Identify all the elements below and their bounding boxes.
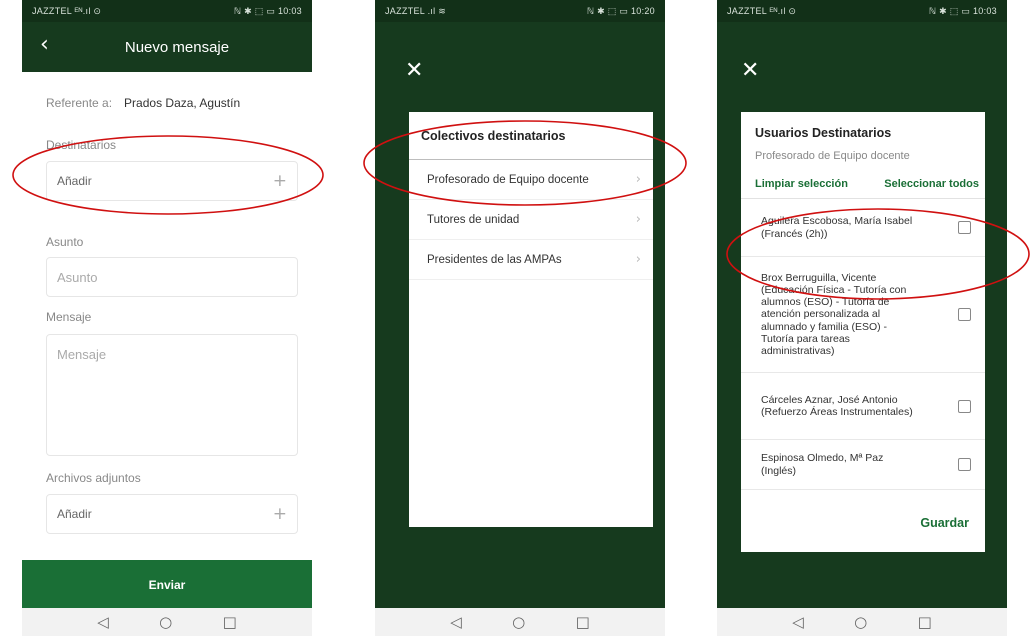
- plus-icon[interactable]: +: [273, 504, 287, 524]
- group-item-label: Tutores de unidad: [427, 213, 520, 226]
- subject-input[interactable]: Asunto: [46, 257, 298, 297]
- nav-back-icon[interactable]: ◁: [792, 614, 804, 630]
- status-indicators: ℕ ✱ ⬚ ▭ 10:03: [233, 5, 302, 16]
- app-header: ‹ Nuevo mensaje: [22, 22, 312, 72]
- system-navbar: ◁ ○ □: [375, 608, 665, 636]
- nav-recent-icon[interactable]: □: [918, 614, 932, 630]
- chevron-right-icon: ›: [635, 252, 641, 267]
- nav-recent-icon[interactable]: □: [576, 614, 590, 630]
- add-recipient-label: Añadir: [57, 174, 92, 188]
- select-all-button[interactable]: Seleccionar todos: [884, 178, 979, 190]
- user-checkbox[interactable]: [958, 458, 971, 471]
- status-indicators: ℕ ✱ ⬚ ▭ 10:03: [928, 5, 997, 16]
- user-name: Aguilera Escobosa, María Isabel (Francés…: [761, 215, 913, 240]
- groups-title: Colectivos destinatarios: [409, 112, 653, 160]
- close-icon[interactable]: ✕: [741, 60, 759, 82]
- system-navbar: ◁ ○ □: [22, 608, 312, 636]
- page-title: Nuevo mensaje: [124, 38, 230, 56]
- asunto-label: Asunto: [46, 235, 84, 249]
- referente-value: Prados Daza, Agustín: [124, 96, 241, 110]
- system-navbar: ◁ ○ □: [717, 608, 1007, 636]
- group-item-profesorado[interactable]: Profesorado de Equipo docente ›: [409, 160, 653, 200]
- status-bar: JAZZTEL ᴱᴺ.ıl ⊙ ℕ ✱ ⬚ ▭ 10:03: [22, 0, 312, 22]
- status-carrier: JAZZTEL ᴱᴺ.ıl ⊙: [32, 5, 102, 16]
- back-arrow-icon[interactable]: ‹: [40, 32, 49, 57]
- user-name: Brox Berruguilla, Vicente (Educación Fís…: [761, 272, 907, 357]
- referente-label: Referente a:: [46, 96, 113, 110]
- adjuntos-label: Archivos adjuntos: [46, 471, 141, 485]
- status-bar: JAZZTEL ᴱᴺ.ıl ⊙ ℕ ✱ ⬚ ▭ 10:03: [717, 0, 1007, 22]
- users-card: Usuarios Destinatarios Profesorado de Eq…: [741, 112, 985, 552]
- send-button[interactable]: Enviar: [22, 560, 312, 610]
- user-name: Espinosa Olmedo, Mª Paz (Inglés): [761, 452, 884, 477]
- message-textarea[interactable]: Mensaje: [46, 334, 298, 456]
- list-item[interactable]: Espinosa Olmedo, Mª Paz (Inglés): [741, 440, 985, 490]
- status-carrier: JAZZTEL .ıl ≋: [385, 5, 447, 16]
- nav-back-icon[interactable]: ◁: [97, 614, 109, 630]
- add-attachment-field[interactable]: Añadir +: [46, 494, 298, 534]
- group-item-tutores[interactable]: Tutores de unidad ›: [409, 200, 653, 240]
- destinatarios-label: Destinatarios: [46, 138, 117, 152]
- nav-home-icon[interactable]: ○: [159, 614, 172, 630]
- close-icon[interactable]: ✕: [405, 60, 423, 82]
- add-attachment-label: Añadir: [57, 507, 92, 521]
- screen-new-message: JAZZTEL ᴱᴺ.ıl ⊙ ℕ ✱ ⬚ ▭ 10:03 ‹ Nuevo me…: [22, 0, 312, 636]
- screen-recipient-users: JAZZTEL ᴱᴺ.ıl ⊙ ℕ ✱ ⬚ ▭ 10:03 ✕ Usuarios…: [717, 0, 1007, 636]
- nav-back-icon[interactable]: ◁: [450, 614, 462, 630]
- groups-card: Colectivos destinatarios Profesorado de …: [409, 112, 653, 527]
- status-indicators: ℕ ✱ ⬚ ▭ 10:20: [586, 5, 655, 16]
- user-checkbox[interactable]: [958, 399, 971, 413]
- clear-selection-button[interactable]: Limpiar selección: [755, 178, 848, 190]
- screen-recipient-groups: JAZZTEL .ıl ≋ ℕ ✱ ⬚ ▭ 10:20 ✕ Colectivos…: [375, 0, 665, 636]
- group-item-label: Profesorado de Equipo docente: [427, 173, 589, 186]
- user-name: Cárceles Aznar, José Antonio (Refuerzo Á…: [761, 393, 913, 418]
- plus-icon[interactable]: +: [273, 171, 287, 191]
- chevron-right-icon: ›: [635, 172, 641, 187]
- status-bar: JAZZTEL .ıl ≋ ℕ ✱ ⬚ ▭ 10:20: [375, 0, 665, 22]
- user-checkbox[interactable]: [958, 221, 971, 234]
- chevron-right-icon: ›: [635, 212, 641, 227]
- nav-home-icon[interactable]: ○: [512, 614, 525, 630]
- list-item[interactable]: Aguilera Escobosa, María Isabel (Francés…: [741, 199, 985, 257]
- user-checkbox[interactable]: [958, 308, 971, 321]
- group-item-presidentes[interactable]: Presidentes de las AMPAs ›: [409, 240, 653, 280]
- users-title: Usuarios Destinatarios: [755, 126, 892, 140]
- referente-row: Referente a: Prados Daza, Agustín: [46, 96, 240, 110]
- group-item-label: Presidentes de las AMPAs: [427, 253, 562, 266]
- status-carrier: JAZZTEL ᴱᴺ.ıl ⊙: [727, 5, 797, 16]
- nav-home-icon[interactable]: ○: [854, 614, 867, 630]
- list-item[interactable]: Cárceles Aznar, José Antonio (Refuerzo Á…: [741, 373, 985, 440]
- mensaje-label: Mensaje: [46, 310, 92, 324]
- add-recipient-field[interactable]: Añadir +: [46, 161, 298, 201]
- user-list: Aguilera Escobosa, María Isabel (Francés…: [741, 198, 985, 490]
- list-item[interactable]: Brox Berruguilla, Vicente (Educación Fís…: [741, 257, 985, 373]
- nav-recent-icon[interactable]: □: [223, 614, 237, 630]
- save-button[interactable]: Guardar: [920, 516, 969, 530]
- users-subtitle: Profesorado de Equipo docente: [755, 150, 910, 162]
